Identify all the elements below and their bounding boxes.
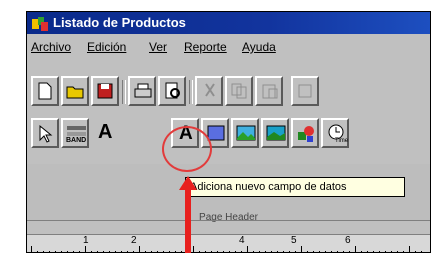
- band-label: BAND: [66, 137, 87, 144]
- standard-toolbar: [31, 76, 430, 108]
- clock-button[interactable]: Time: [321, 118, 349, 148]
- ruler-number: 5: [291, 235, 297, 246]
- report-objects-toolbar: BAND A A Time: [31, 118, 430, 150]
- menu-bar: Archivo Edición Ver Reporte Ayuda: [27, 34, 430, 60]
- ruler-tick: [85, 246, 86, 252]
- ruler-tick: [355, 246, 356, 252]
- print-preview-button[interactable]: [158, 76, 186, 106]
- ruler-tick: [139, 246, 140, 252]
- undo-button[interactable]: [291, 76, 319, 106]
- application-window: Listado de Productos Archivo Edición Ver…: [26, 11, 431, 253]
- ruler-number: 2: [131, 235, 137, 246]
- menu-edicion[interactable]: Edición: [87, 34, 126, 60]
- toolbar-separator: [189, 80, 193, 104]
- ruler-tick: [409, 246, 410, 252]
- ruler-number: 4: [239, 235, 245, 246]
- print-button[interactable]: [128, 76, 156, 106]
- text-label-button[interactable]: A: [91, 118, 119, 148]
- cut-button[interactable]: [195, 76, 223, 106]
- band-divider: [27, 220, 430, 221]
- menu-ayuda[interactable]: Ayuda: [242, 34, 276, 60]
- ruler-number: 6: [345, 235, 351, 246]
- clock-label: Time: [335, 138, 349, 144]
- shapes-button[interactable]: [291, 118, 319, 148]
- toolbar-separator: [122, 80, 126, 104]
- ruler-tick: [247, 246, 248, 252]
- menu-reporte[interactable]: Reporte: [184, 34, 227, 60]
- red-arrow-icon: [179, 176, 197, 253]
- ruler-number: 1: [83, 235, 89, 246]
- text-label-icon: A: [98, 121, 113, 143]
- ruler-tick: [301, 246, 302, 252]
- copy-button[interactable]: [225, 76, 253, 106]
- ruler-tick: [31, 246, 32, 252]
- window-title: Listado de Productos: [53, 15, 186, 30]
- new-button[interactable]: [31, 76, 59, 106]
- page-header-label: Page Header: [199, 212, 258, 223]
- tooltip: Adiciona nuevo campo de datos: [185, 177, 405, 197]
- title-bar: Listado de Productos: [27, 12, 430, 34]
- paste-button[interactable]: [255, 76, 283, 106]
- open-button[interactable]: [61, 76, 89, 106]
- picture-button[interactable]: [231, 118, 259, 148]
- menu-archivo[interactable]: Archivo: [31, 34, 71, 60]
- save-button[interactable]: [91, 76, 119, 106]
- band-button[interactable]: BAND: [61, 118, 89, 148]
- horizontal-ruler: 1 2 3 4 5 6: [27, 234, 430, 252]
- picture2-button[interactable]: [261, 118, 289, 148]
- highlight-circle: [162, 126, 212, 172]
- pointer-button[interactable]: [31, 118, 59, 148]
- menu-ver[interactable]: Ver: [149, 34, 167, 60]
- app-icon: [32, 16, 48, 31]
